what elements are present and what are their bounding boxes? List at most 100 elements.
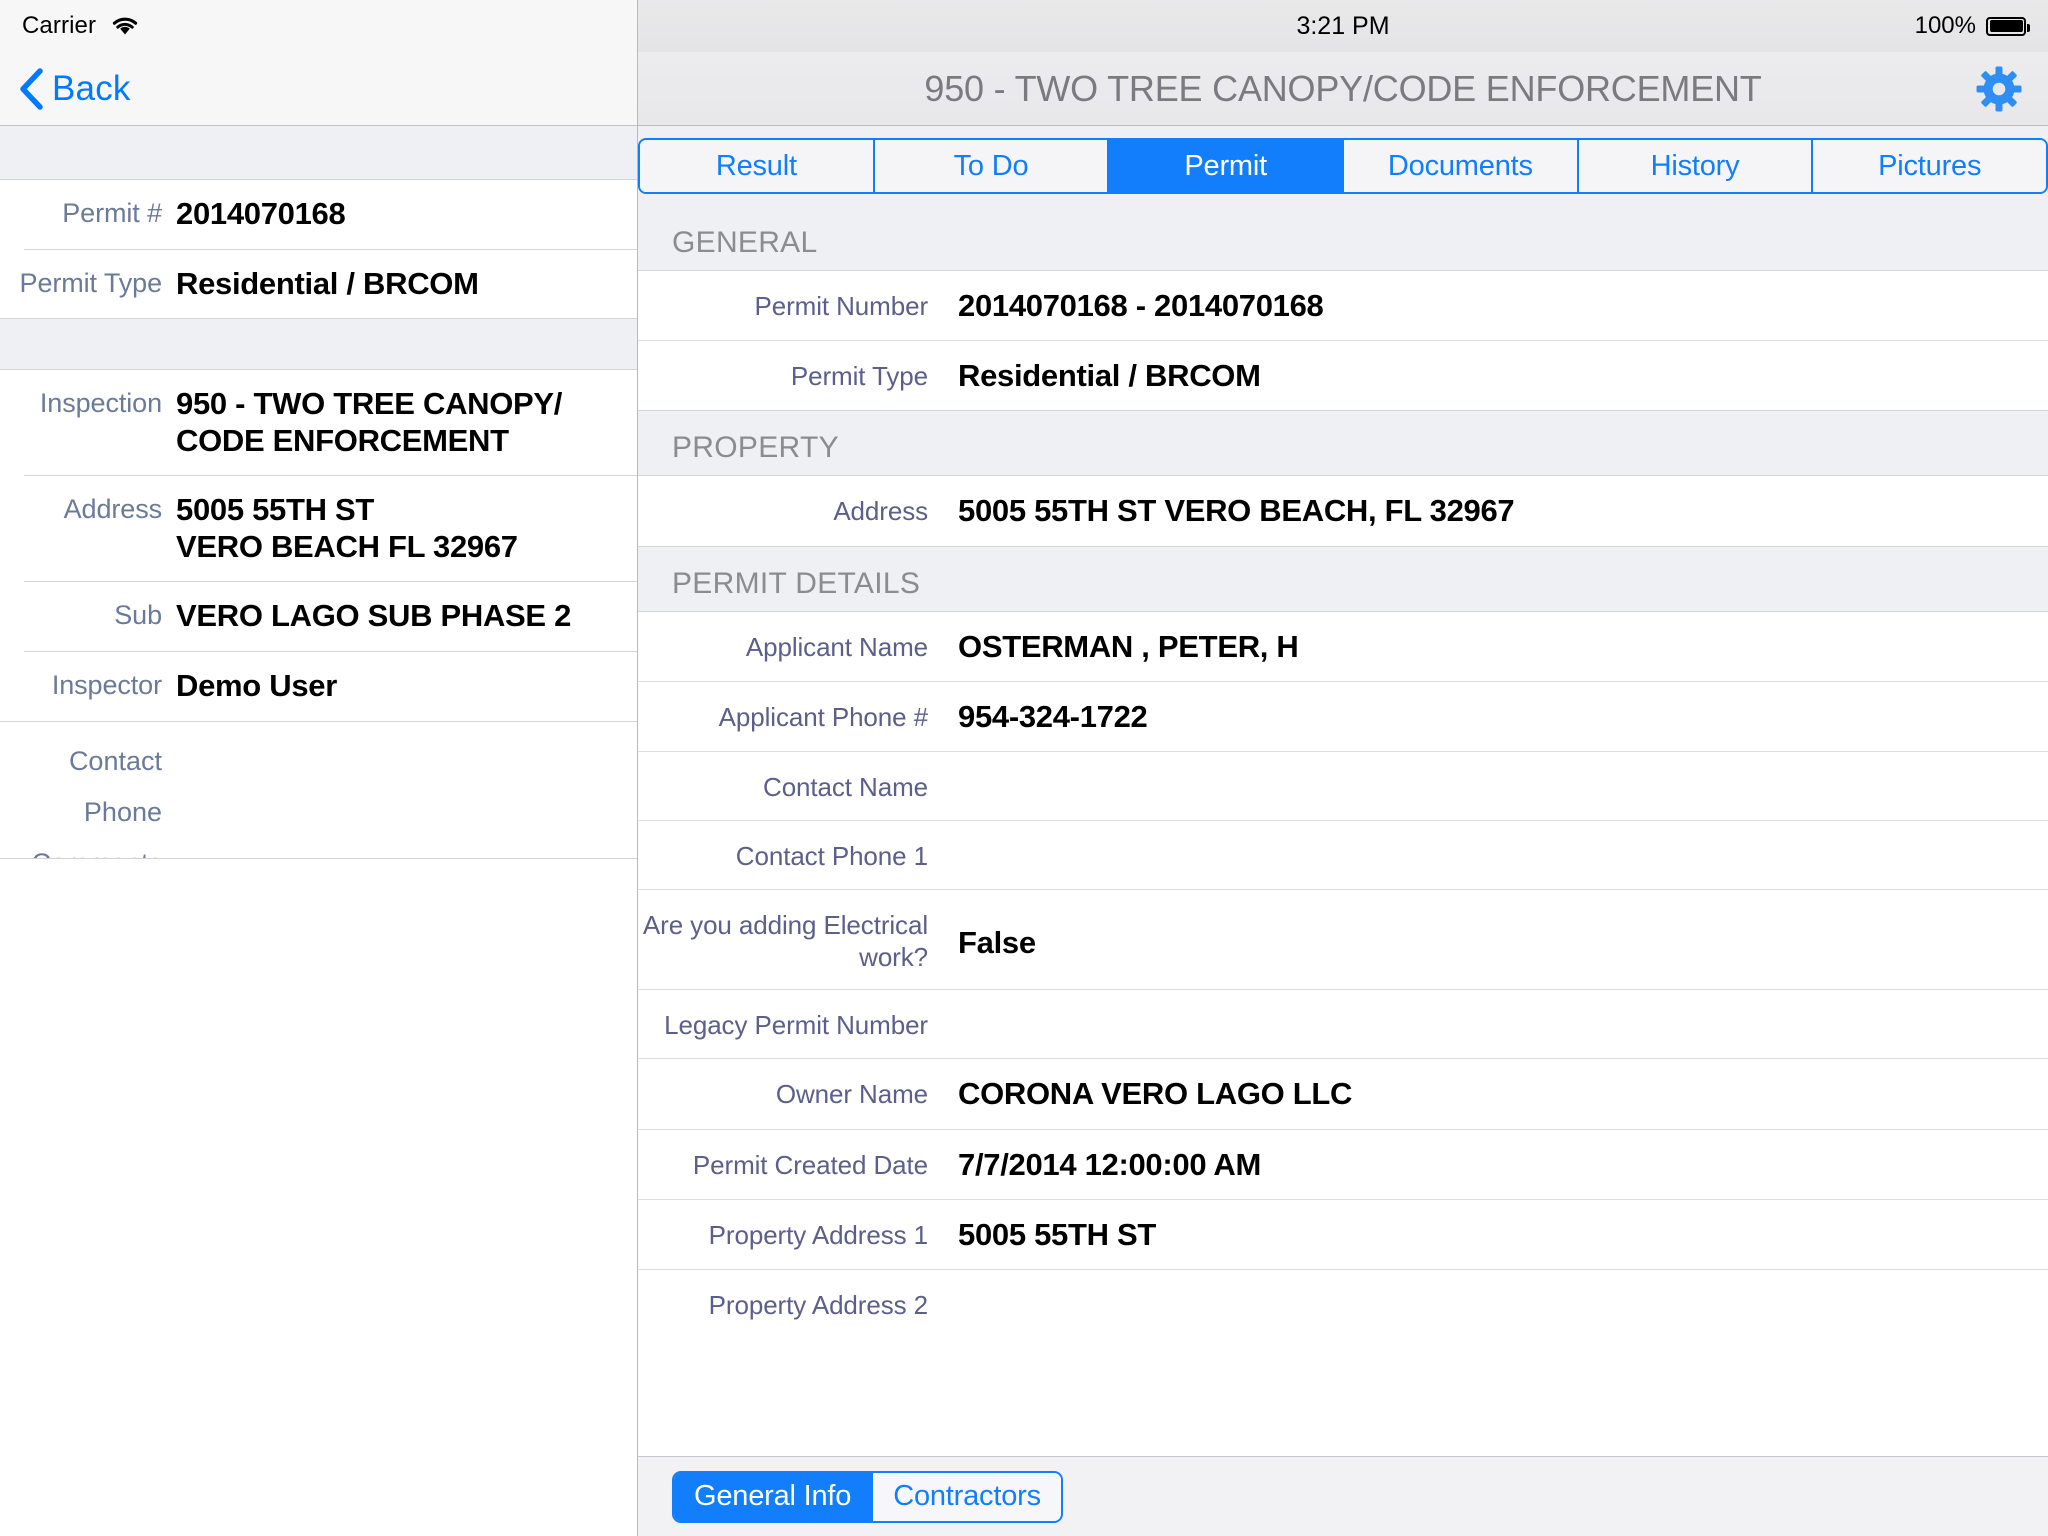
- detail-row-permit-type[interactable]: Permit Type Residential / BRCOM: [638, 340, 2048, 411]
- field-value: Residential / BRCOM: [176, 265, 479, 301]
- detail-value: 7/7/2014 12:00:00 AM: [958, 1146, 1262, 1182]
- back-label: Back: [52, 68, 131, 108]
- detail-label: Permit Type: [790, 361, 928, 392]
- detail-row-legacy-permit-number[interactable]: Legacy Permit Number: [638, 989, 2048, 1059]
- left-status-bar: Carrier: [0, 0, 637, 52]
- bottom-tab-contractors[interactable]: Contractors: [873, 1472, 1061, 1521]
- field-label: Permit #: [62, 198, 162, 228]
- detail-row-applicant-name[interactable]: Applicant Name OSTERMAN , PETER, H: [638, 611, 2048, 681]
- detail-value: [928, 768, 958, 804]
- field-label: Sub: [114, 600, 162, 631]
- bottom-tab-bar: General Info Contractors: [638, 1456, 2048, 1536]
- left-group-spacer: [0, 318, 637, 371]
- field-label: Contact: [68, 745, 162, 776]
- back-button[interactable]: Back: [18, 67, 131, 111]
- carrier-label: Carrier: [22, 12, 97, 39]
- detail-value: 954-324-1722: [958, 698, 1148, 734]
- field-value: Demo User: [176, 668, 337, 704]
- tab-result[interactable]: Result: [640, 140, 875, 192]
- detail-row-property-address-1[interactable]: Property Address 1 5005 55TH ST: [638, 1198, 2048, 1269]
- detail-row-applicant-phone[interactable]: Applicant Phone # 954-324-1722: [638, 680, 2048, 751]
- field-permit-number[interactable]: Permit # 2014070168: [0, 180, 637, 249]
- field-label: Inspection: [39, 388, 162, 419]
- detail-value: CORONA VERO LAGO LLC: [958, 1076, 1353, 1112]
- detail-value: Residential / BRCOM: [958, 358, 1261, 394]
- detail-value: OSTERMAN , PETER, H: [958, 628, 1299, 664]
- field-phone[interactable]: Phone: [0, 787, 637, 838]
- detail-value: 2014070168 - 2014070168: [958, 288, 1324, 323]
- right-status-bar: 3:21 PM 100%: [638, 0, 2048, 52]
- detail-label: Contact Name: [763, 771, 928, 802]
- tab-permit[interactable]: Permit: [1109, 140, 1345, 192]
- detail-value: [928, 837, 958, 873]
- chevron-left-icon: [18, 67, 44, 111]
- tab-bar-wrap: Result To Do Permit Documents History Pi…: [638, 126, 2048, 206]
- section-header-permit-details: PERMIT DETAILS: [638, 545, 2048, 612]
- field-address[interactable]: Address 5005 55TH ST VERO BEACH FL 32967: [0, 476, 637, 582]
- detail-row-contact-name[interactable]: Contact Name: [638, 750, 2048, 820]
- field-value: 5005 55TH ST VERO BEACH FL 32967: [176, 492, 518, 564]
- detail-row-contact-phone-1[interactable]: Contact Phone 1: [638, 819, 2048, 889]
- right-nav-bar: 950 - TWO TREE CANOPY/CODE ENFORCEMENT: [638, 52, 2048, 126]
- field-inspection[interactable]: Inspection 950 - TWO TREE CANOPY/ CODE E…: [0, 370, 637, 476]
- detail-row-address[interactable]: Address 5005 55TH ST VERO BEACH, FL 3296…: [638, 476, 2048, 546]
- field-value: [162, 848, 176, 858]
- detail-row-permit-created-date[interactable]: Permit Created Date 7/7/2014 12:00:00 AM: [638, 1128, 2048, 1199]
- field-value: VERO LAGO SUB PHASE 2: [176, 598, 572, 634]
- field-value: 950 - TWO TREE CANOPY/ CODE ENFORCEMENT: [176, 386, 563, 458]
- field-value: 2014070168: [176, 196, 346, 231]
- clock-label: 3:21 PM: [1296, 11, 1390, 40]
- wifi-icon: [110, 15, 140, 37]
- detail-label: Owner Name: [775, 1079, 928, 1110]
- section-header-property: PROPERTY: [638, 410, 2048, 477]
- app-screen: Carrier Back Permit # 2014070168 Permit …: [0, 0, 2048, 1536]
- detail-value: [928, 1286, 958, 1322]
- field-comments[interactable]: Comments: [0, 838, 637, 858]
- detail-value: 5005 55TH ST: [958, 1216, 1157, 1252]
- left-list-top-spacer: [0, 126, 637, 180]
- battery-indicator: 100%: [1914, 0, 2030, 52]
- tab-history[interactable]: History: [1578, 140, 1814, 192]
- detail-row-electrical-work[interactable]: Are you adding Electrical work? False: [638, 888, 2048, 990]
- field-label: Comments: [0, 848, 162, 858]
- left-bottom-filler: [0, 857, 637, 1536]
- left-nav-bar: Back: [0, 52, 637, 126]
- field-permit-type[interactable]: Permit Type Residential / BRCOM: [0, 249, 637, 319]
- field-contact[interactable]: Contact: [0, 736, 637, 787]
- detail-label: Permit Number: [754, 291, 928, 321]
- tab-documents[interactable]: Documents: [1344, 140, 1579, 192]
- page-title: 950 - TWO TREE CANOPY/CODE ENFORCEMENT: [924, 67, 1762, 109]
- detail-row-permit-number[interactable]: Permit Number 2014070168 - 2014070168: [638, 271, 2048, 341]
- left-field-list: Permit # 2014070168 Permit Type Resident…: [0, 180, 637, 858]
- tab-bar: Result To Do Permit Documents History Pi…: [638, 138, 2048, 194]
- bottom-tab-general-info[interactable]: General Info: [674, 1472, 874, 1521]
- detail-row-owner-name[interactable]: Owner Name CORONA VERO LAGO LLC: [638, 1058, 2048, 1129]
- detail-label: Property Address 2: [708, 1289, 928, 1320]
- bottom-segmented-control: General Info Contractors: [672, 1470, 1063, 1523]
- field-inspector[interactable]: Inspector Demo User: [0, 652, 637, 721]
- detail-label: Permit Created Date: [692, 1149, 928, 1180]
- field-value: [162, 797, 176, 828]
- detail-value: False: [958, 924, 1036, 960]
- permit-detail-body: GENERAL Permit Number 2014070168 - 20140…: [638, 206, 2048, 1456]
- battery-full-icon: [1986, 16, 2030, 36]
- field-sub[interactable]: Sub VERO LAGO SUB PHASE 2: [0, 582, 637, 652]
- field-label: Phone: [83, 796, 162, 827]
- field-label: Address: [63, 494, 162, 525]
- tab-pictures[interactable]: Pictures: [1813, 140, 2046, 192]
- tab-to-do[interactable]: To Do: [874, 140, 1110, 192]
- detail-label: Address: [833, 496, 928, 527]
- section-header-general: GENERAL: [638, 206, 2048, 271]
- battery-percent-label: 100%: [1914, 12, 1976, 39]
- detail-label: Legacy Permit Number: [664, 1010, 928, 1041]
- left-detail-pane: Carrier Back Permit # 2014070168 Permit …: [0, 0, 638, 1536]
- detail-label: Property Address 1: [708, 1219, 928, 1250]
- field-label: Inspector: [51, 670, 162, 701]
- detail-value: [928, 1006, 958, 1042]
- detail-row-property-address-2[interactable]: Property Address 2: [638, 1268, 2048, 1338]
- gear-icon[interactable]: [1976, 66, 2022, 112]
- detail-value: 5005 55TH ST VERO BEACH, FL 32967: [958, 493, 1515, 529]
- right-detail-pane: 3:21 PM 100% 950 - TWO TREE CANOPY/CODE …: [638, 0, 2048, 1536]
- field-value: [162, 746, 176, 777]
- detail-label: Are you adding Electrical work?: [642, 909, 928, 972]
